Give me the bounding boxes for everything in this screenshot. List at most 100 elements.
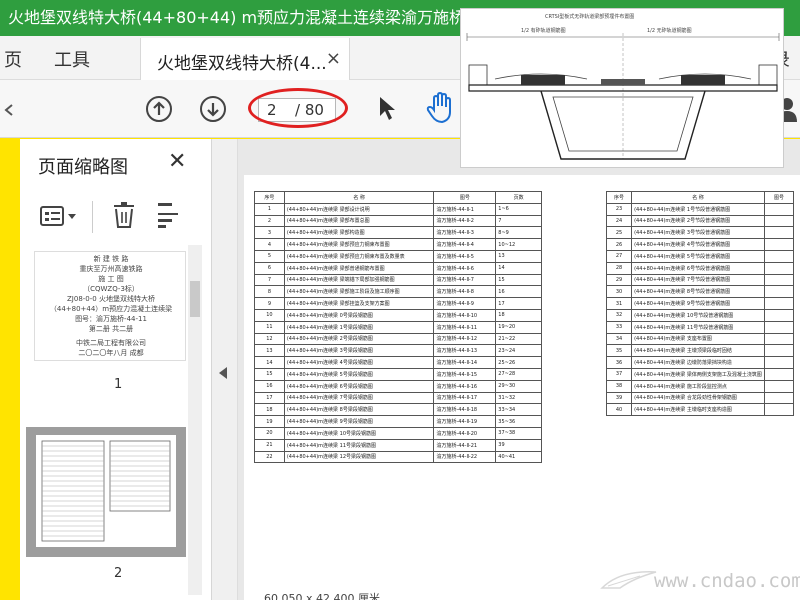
select-cursor-icon[interactable] <box>378 96 398 122</box>
table-cell: 渝万施桥-44-Ⅱ-19 <box>433 415 497 428</box>
menu-tools[interactable]: 工具 <box>54 46 90 72</box>
next-page-icon[interactable] <box>198 94 228 124</box>
collapse-panel-icon[interactable] <box>219 367 227 379</box>
thumbnail-table-preview <box>41 440 171 542</box>
table-row: 16 (44+80+44)m连续梁 6号梁段钢筋图 渝万施桥-44-Ⅱ-16 29~3… <box>254 379 542 393</box>
table-row: 40 (44+80+44)m连续梁 主墩临时支座构造图 <box>605 403 795 417</box>
table-cell: 40 <box>605 403 633 417</box>
table-cell: 37 <box>605 367 633 381</box>
scrollbar-thumb[interactable] <box>190 281 200 317</box>
table-cell: 14 <box>495 261 542 275</box>
page-thumbnail-2[interactable] <box>36 435 176 547</box>
table-cell: (44+80+44)m连续梁 6号梁段钢筋图 <box>283 379 435 393</box>
hand-tool-icon[interactable] <box>426 92 456 124</box>
table-cell: 27~28 <box>495 367 542 381</box>
menu-page[interactable]: 页 <box>4 46 22 72</box>
table-cell: 渝万施桥-44-Ⅱ-18 <box>433 403 497 417</box>
table-row: 19 (44+80+44)m连续梁 9号梁段钢筋图 渝万施桥-44-Ⅱ-19 35~3… <box>254 415 542 428</box>
chevron-left-icon[interactable] <box>4 104 14 116</box>
table-row: 30 (44+80+44)m连续梁 8号节段普通钢筋图 <box>605 285 795 299</box>
table-row: 7 (44+80+44)m连续梁 梁端锚下局部加强钢筋图 渝万施桥-44-Ⅱ-7 15 <box>254 273 542 287</box>
table-row: 20 (44+80+44)m连续梁 10号梁段钢筋图 渝万施桥-44-Ⅱ-20 37~… <box>254 426 542 440</box>
table-cell <box>763 344 795 358</box>
document-viewport[interactable]: 序号 名 称 图号 页数 1 (44+80+44)m连续梁 梁部设计说明 渝万施桥-… <box>238 139 800 600</box>
close-icon[interactable]: × <box>326 48 341 69</box>
table-cell: 15 <box>495 273 542 287</box>
table-row: 12 (44+80+44)m连续梁 2号梁段钢筋图 渝万施桥-44-Ⅱ-12 21~2… <box>254 332 542 346</box>
table-cell: 渝万施桥-44-Ⅱ-3 <box>433 226 497 240</box>
table-cell: (44+80+44)m连续梁 梁部设计说明 <box>283 202 435 216</box>
table-cell: (44+80+44)m连续梁 主墩临时支座构造图 <box>631 403 765 417</box>
bridge-cross-section-drawing <box>466 33 780 160</box>
previous-page-icon[interactable] <box>144 94 174 124</box>
extract-page-icon[interactable] <box>156 201 180 229</box>
highlight-circle <box>248 88 348 128</box>
table-cell: (44+80+44)m连续梁 12号梁段钢筋图 <box>283 450 435 464</box>
thumbnail-text: 新 建 铁 路 <box>93 255 129 263</box>
table-cell: (44+80+44)m连续梁 11号梁段钢筋图 <box>283 438 435 452</box>
thumbnail-scrollbar[interactable] <box>188 245 202 595</box>
table-cell: 26 <box>605 238 633 251</box>
table-cell: 24 <box>605 214 633 228</box>
table-cell: (44+80+44)m连续梁 梁端锚下局部加强钢筋图 <box>283 273 435 287</box>
toc-table-right: 序号 名 称 图号 23 (44+80+44)m连续梁 1号节段普通钢筋图 24 (4… <box>605 191 795 417</box>
table-cell <box>763 214 795 228</box>
table-cell: 37~38 <box>495 426 542 440</box>
thumbnail-text: 二〇二〇年八月 成都 <box>78 349 144 357</box>
table-cell: 渝万施桥-44-Ⅱ-20 <box>433 426 497 440</box>
table-cell: 渝万施桥-44-Ⅱ-10 <box>433 308 497 322</box>
table-cell: 10~12 <box>495 238 542 251</box>
table-cell: (44+80+44)m连续梁 主墩顶梁段临时固结 <box>631 344 765 358</box>
tab-document-label: 火地堡双线特大桥(4... <box>157 54 327 74</box>
toolbar-divider <box>92 201 93 233</box>
thumbnail-text: （44+80+44）m预应力混凝土连续梁 <box>49 305 173 313</box>
table-cell: 13 <box>495 249 542 263</box>
table-cell: (44+80+44)m连续梁 4号节段普通钢筋图 <box>631 238 765 251</box>
table-cell: 25~26 <box>495 356 542 369</box>
table-cell: (44+80+44)m连续梁 1号节段普通钢筋图 <box>631 202 765 216</box>
table-cell: 渝万施桥-44-Ⅱ-7 <box>433 273 497 287</box>
table-cell: 31 <box>605 297 633 310</box>
thumbnail-options-icon[interactable] <box>40 205 80 229</box>
page-thumbnail-1[interactable]: 新 建 铁 路 重庆至万州高速铁路 施 工 图 （CQWZQ-3标） ZJ08-… <box>34 251 186 361</box>
table-cell <box>763 249 795 263</box>
table-row: 10 (44+80+44)m连续梁 0号梁段钢筋图 渝万施桥-44-Ⅱ-10 18 <box>254 308 542 322</box>
toc-right-body: 23 (44+80+44)m连续梁 1号节段普通钢筋图 24 (44+80+44)m连… <box>605 202 795 417</box>
tab-document[interactable]: 火地堡双线特大桥(4... × <box>140 38 350 80</box>
table-cell: 28 <box>605 261 633 275</box>
table-row: 38 (44+80+44)m连续梁 施工阶段监控测点 <box>605 379 795 393</box>
panel-close-icon[interactable]: ✕ <box>168 149 186 174</box>
panel-title: 页面缩略图 <box>38 157 128 178</box>
page-thumbnail-2-selected[interactable] <box>26 427 186 557</box>
table-cell: 7 <box>254 273 285 287</box>
table-cell: (44+80+44)m连续梁 梁部普通钢筋布置图 <box>283 261 435 275</box>
table-row: 37 (44+80+44)m连续梁 梁体两侧支架施工及混凝土浇筑图 <box>605 367 795 381</box>
table-cell: 渝万施桥-44-Ⅱ-1 <box>433 202 497 216</box>
table-cell: (44+80+44)m连续梁 2号节段普通钢筋图 <box>631 214 765 228</box>
table-row: 6 (44+80+44)m连续梁 梁部普通钢筋布置图 渝万施桥-44-Ⅱ-6 14 <box>254 261 542 275</box>
table-cell: 14 <box>254 356 285 369</box>
table-cell: 29~30 <box>495 379 542 393</box>
table-cell: (44+80+44)m连续梁 支座布置图 <box>631 332 765 346</box>
table-cell: 2 <box>254 214 285 228</box>
table-cell: 23~24 <box>495 344 542 358</box>
table-cell: 21 <box>254 438 285 452</box>
table-row: 36 (44+80+44)m连续梁 边墩防落梁挡块构造 <box>605 356 795 369</box>
table-cell: (44+80+44)m连续梁 11号节段普通钢筋图 <box>631 320 765 334</box>
drawing-preview: CRTSⅠ型板式无砟轨道梁部预埋件布置图 1/2 有砟轨道钢筋图 1/2 无砟轨… <box>460 8 784 168</box>
panel-splitter[interactable] <box>212 139 238 600</box>
table-cell: 36 <box>605 356 633 369</box>
table-cell: 33~34 <box>495 403 542 417</box>
table-cell: 21~22 <box>495 332 542 346</box>
table-cell: 18 <box>495 308 542 322</box>
trash-icon[interactable] <box>112 201 136 229</box>
table-cell: 9 <box>254 297 285 310</box>
table-cell <box>763 403 795 417</box>
table-cell: 38 <box>605 379 633 393</box>
table-row: 34 (44+80+44)m连续梁 支座布置图 <box>605 332 795 346</box>
table-cell: (44+80+44)m连续梁 3号梁段钢筋图 <box>283 344 435 358</box>
table-cell: 39 <box>605 391 633 405</box>
table-cell: (44+80+44)m连续梁 梁部施工阶段及施工顺序图 <box>283 285 435 299</box>
table-cell: 渝万施桥-44-Ⅱ-9 <box>433 297 497 310</box>
table-cell <box>763 285 795 299</box>
